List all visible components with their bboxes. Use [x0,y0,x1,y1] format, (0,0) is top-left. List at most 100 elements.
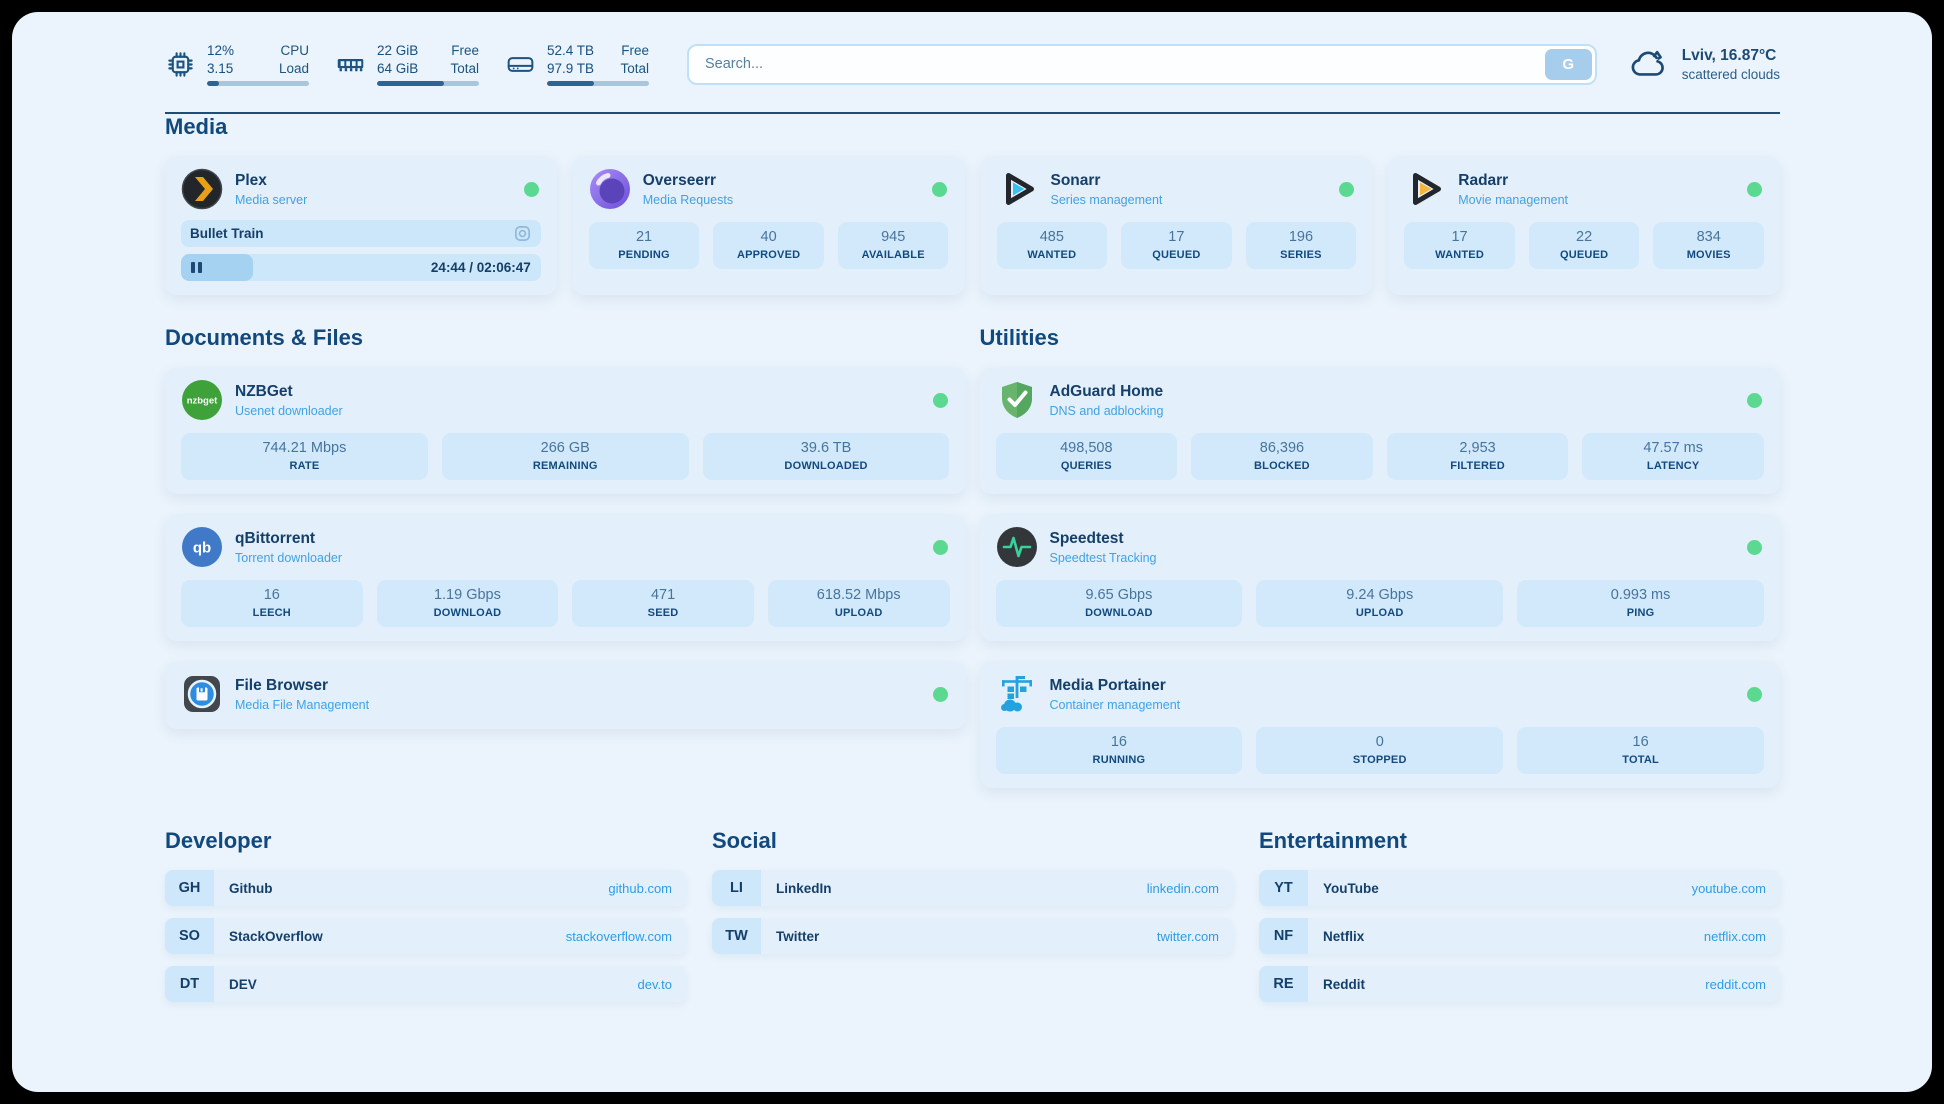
stat-box-queries: 498,508QUERIES [996,433,1178,480]
service-card-plex[interactable]: PlexMedia serverBullet Train24:44 / 02:0… [165,156,557,295]
stat-box-movies: 834MOVIES [1653,222,1764,269]
stat-label: PENDING [595,249,694,261]
stat-box-filtered: 2,953FILTERED [1387,433,1569,480]
stat-value: 618.52 Mbps [774,587,944,603]
bookmark-group-title: Social [712,828,1233,854]
media-section: PlexMedia serverBullet Train24:44 / 02:0… [165,156,1780,295]
stat-box-queued: 22QUEUED [1529,222,1640,269]
stat-value: 52.4 TB [547,42,594,60]
service-stats: 17WANTED 22QUEUED 834MOVIES [1404,222,1764,269]
service-subtitle: Media Requests [643,193,920,207]
stat-value: 21 [595,229,694,245]
service-card-sonarr[interactable]: SonarrSeries management485WANTED17QUEUED… [981,156,1373,295]
bookmark-item-netflix[interactable]: NFNetflixnetflix.com [1259,918,1780,954]
bookmark-abbreviation: GH [165,870,214,906]
status-indicator [1747,393,1762,408]
stat-label: Total [620,60,649,78]
bookmark-item-github[interactable]: GHGithubgithub.com [165,870,686,906]
bookmark-item-twitter[interactable]: TWTwittertwitter.com [712,918,1233,954]
service-card-radarr[interactable]: RadarrMovie management17WANTED22QUEUED83… [1388,156,1780,295]
section-title-documents: Documents & Files [165,325,966,351]
stat-box-remaining: 266 GB REMAINING [442,433,689,480]
service-subtitle: Speedtest Tracking [1050,551,1736,565]
service-stats: 485WANTED17QUEUED196SERIES [997,222,1357,269]
stat-value: 266 GB [448,440,683,456]
status-indicator [933,540,948,555]
bookmark-url: reddit.com [1705,977,1766,992]
speedtest-logo [996,526,1038,568]
bookmark-items: LILinkedInlinkedin.com TWTwittertwitter.c… [712,870,1233,954]
stat-label: REMAINING [448,460,683,472]
stat-label: QUEUED [1127,249,1226,261]
search-bar: G [687,44,1597,85]
stat-label: UPLOAD [1262,607,1497,619]
stat-value: 86,396 [1197,440,1367,456]
stat-progress-fill [207,81,219,86]
stat-box-wanted: 17WANTED [1404,222,1515,269]
stat-value: 196 [1252,229,1351,245]
service-names: NZBGetUsenet downloader [235,383,921,418]
stat-box-blocked: 86,396BLOCKED [1191,433,1373,480]
bookmark-abbreviation: DT [165,966,214,1002]
stat-value: 40 [719,229,818,245]
stat-box-leech: 16LEECH [181,580,363,627]
bookmark-item-youtube[interactable]: YTYouTubeyoutube.com [1259,870,1780,906]
service-card-overseerr[interactable]: OverseerrMedia Requests21PENDING40APPROV… [573,156,965,295]
system-stat-row: 97.9 TB Total [547,60,649,78]
playback-time: 24:44 / 02:06:47 [431,254,531,281]
stat-progress-bar [547,81,649,86]
filebrowser-logo [181,673,223,715]
stat-label: UPLOAD [774,607,944,619]
search-input[interactable] [687,44,1597,85]
service-card-file-browser[interactable]: File BrowserMedia File Management [165,661,966,729]
bookmark-label: Reddit [1323,977,1705,992]
service-subtitle: DNS and adblocking [1050,404,1736,418]
service-card-qbittorrent[interactable]: qbqBittorrentTorrent downloader16LEECH1.… [165,514,966,641]
bookmark-items: GHGithubgithub.com SOStackOverflowstackov… [165,870,686,1002]
stat-box-ping: 0.993 msPING [1517,580,1764,627]
cpu-icon [165,49,196,80]
stat-label: RATE [187,460,422,472]
service-names: SonarrSeries management [1051,172,1328,207]
stat-label: SERIES [1252,249,1351,261]
search-provider-button[interactable]: G [1545,49,1592,80]
system-stat: 22 GiBFree64 GiBTotal [335,42,479,86]
service-names: Media PortainerContainer management [1050,677,1736,712]
service-name: Sonarr [1051,172,1328,190]
bookmark-group-social: Social LILinkedInlinkedin.com TWTwittertwi… [712,828,1233,1002]
media-control-icon[interactable] [513,224,532,243]
bookmark-item-stackoverflow[interactable]: SOStackOverflowstackoverflow.com [165,918,686,954]
stat-label: Load [279,60,309,78]
stat-value: 97.9 TB [547,60,594,78]
service-card-speedtest[interactable]: SpeedtestSpeedtest Tracking9.65 GbpsDOWN… [980,514,1781,641]
top-bar: 12%CPU3.15Load22 GiBFree64 GiBTotal52.4 … [165,38,1780,90]
stat-label: MOVIES [1659,249,1758,261]
stat-value: 1.19 Gbps [383,587,553,603]
stat-value: 744.21 Mbps [187,440,422,456]
stat-value: 22 GiB [377,42,418,60]
service-names: Speedtest Speedtest Tracking [1050,530,1736,565]
stat-value: 0 [1262,734,1497,750]
stat-box-queued: 17QUEUED [1121,222,1232,269]
service-subtitle: Torrent downloader [235,551,921,565]
stat-box-latency: 47.57 msLATENCY [1582,433,1764,480]
bookmark-label: Netflix [1323,929,1704,944]
stat-label: DOWNLOAD [383,607,553,619]
stat-progress-fill [377,81,444,86]
bookmark-group-title: Developer [165,828,686,854]
bookmark-group-developer: Developer GHGithubgithub.com SOStackOverfl… [165,828,686,1002]
service-card-adguard-home[interactable]: AdGuard HomeDNS and adblocking498,508QUE… [980,367,1781,494]
service-card-nzbget[interactable]: nzbgetNZBGetUsenet downloader744.21 Mbps… [165,367,966,494]
service-stats: 16RUNNING0STOPPED16TOTAL [996,727,1765,774]
service-card-header: Media PortainerContainer management [996,673,1765,715]
bookmark-item-reddit[interactable]: RERedditreddit.com [1259,966,1780,1002]
bookmark-group-entertainment: EntertainmentYTYouTubeyoutube.comNFNetfl… [1259,828,1780,1002]
stat-box-stopped: 0STOPPED [1256,727,1503,774]
cloud-icon [1627,47,1669,81]
stat-value: 3.15 [207,60,233,78]
service-card-media-portainer[interactable]: Media PortainerContainer management 16RUN… [980,661,1781,788]
bookmark-item-linkedin[interactable]: LILinkedInlinkedin.com [712,870,1233,906]
bookmark-item-dev[interactable]: DTDEVdev.to [165,966,686,1002]
service-name: Speedtest [1050,530,1736,548]
sonarr-logo [997,168,1039,210]
